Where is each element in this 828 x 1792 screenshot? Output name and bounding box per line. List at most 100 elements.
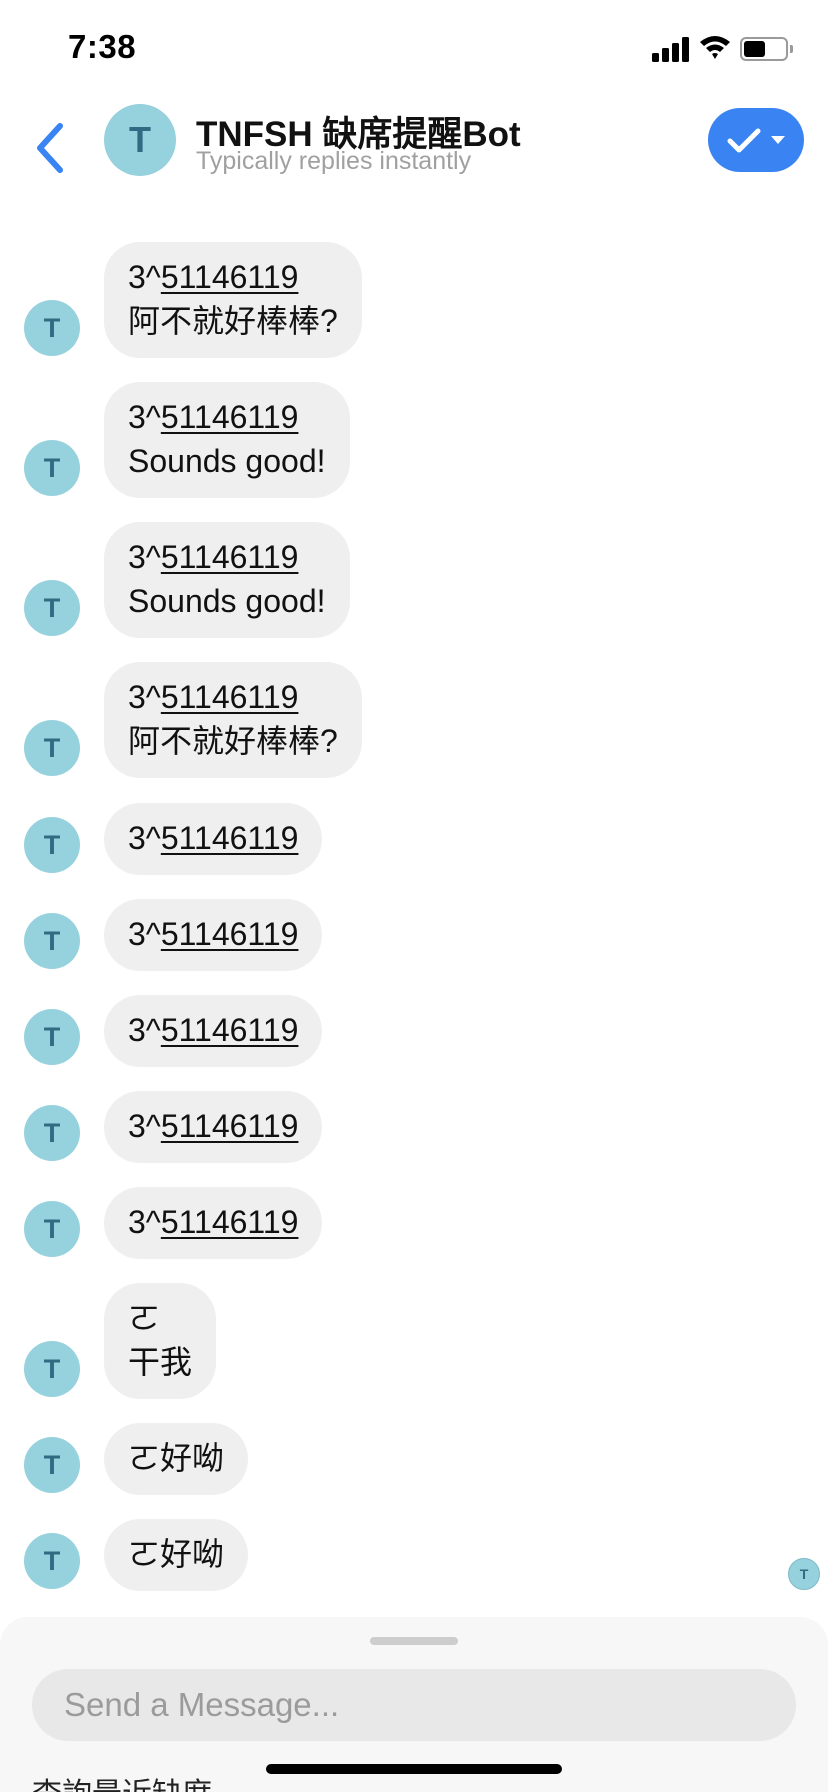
sheet-grabber[interactable] (370, 1637, 458, 1645)
caret-down-icon (771, 136, 785, 144)
phone-number-link[interactable]: 51146119 (161, 1204, 299, 1240)
message-row: T 3^51146119 (0, 899, 828, 971)
sender-avatar-letter: T (43, 1022, 61, 1052)
sender-avatar-letter: T (43, 1354, 61, 1384)
message-line: 3^51146119 (128, 1008, 298, 1052)
message-line: 3^51146119 (128, 255, 338, 299)
status-dropdown-button[interactable] (708, 108, 804, 172)
sender-avatar[interactable]: T (24, 1201, 80, 1257)
message-row: T 3^51146119 (0, 1187, 828, 1259)
sender-avatar[interactable]: T (24, 580, 80, 636)
sender-avatar-letter: T (43, 1118, 61, 1148)
checkmark-icon (727, 128, 761, 153)
message-row: T 3^51146119 (0, 995, 828, 1067)
message-line: 3^51146119 (128, 1200, 298, 1244)
message-bubble[interactable]: 3^51146119 (104, 899, 323, 971)
message-text: ㄛ好呦 (128, 1440, 225, 1476)
battery-icon (740, 37, 788, 61)
phone-number-link[interactable]: 51146119 (161, 539, 299, 575)
seen-indicator-letter: T (799, 1566, 809, 1582)
message-list[interactable]: T干我T3^51146119阿不就好棒棒?T3^51146119Sounds g… (0, 0, 828, 1620)
phone-number-link[interactable]: 51146119 (161, 1108, 299, 1144)
cellular-signal-icon (652, 36, 690, 62)
sender-avatar[interactable]: T (24, 913, 80, 969)
message-bubble[interactable]: 3^51146119 (104, 995, 323, 1067)
message-bubble[interactable]: 3^51146119 (104, 1187, 323, 1259)
sender-avatar-letter: T (43, 593, 61, 623)
bot-avatar[interactable]: T (104, 104, 176, 176)
message-text: 阿不就好棒棒? (128, 303, 338, 339)
phone-number-link[interactable]: 51146119 (161, 679, 299, 715)
sender-avatar-letter: T (43, 1546, 61, 1576)
message-bubble[interactable]: 3^51146119 Sounds good! (104, 522, 350, 638)
message-bubble[interactable]: 3^51146119 阿不就好棒棒? (104, 242, 362, 358)
phone-number-link[interactable]: 51146119 (161, 1012, 299, 1048)
sender-avatar[interactable]: T (24, 1341, 80, 1397)
message-text: Sounds good! (128, 443, 326, 479)
home-indicator[interactable] (266, 1764, 562, 1774)
sender-avatar[interactable]: T (24, 1105, 80, 1161)
message-row: T ㄛ干我 (0, 1283, 828, 1399)
phone-number-link[interactable]: 51146119 (161, 916, 299, 952)
message-prefix: 3^ (128, 679, 161, 715)
message-line: ㄛ (128, 1296, 192, 1340)
message-prefix: 3^ (128, 259, 161, 295)
sender-avatar[interactable]: T (24, 300, 80, 356)
message-line: 阿不就好棒棒? (128, 299, 338, 343)
message-text: 阿不就好棒棒? (128, 723, 338, 759)
message-text: ㄛ好呦 (128, 1536, 225, 1572)
phone-number-link[interactable]: 51146119 (161, 820, 299, 856)
chat-subtitle: Typically replies instantly (196, 147, 472, 175)
phone-number-link[interactable]: 51146119 (161, 259, 299, 295)
message-row: T 3^51146119 (0, 803, 828, 875)
phone-number-link[interactable]: 51146119 (161, 399, 299, 435)
message-prefix: 3^ (128, 916, 161, 952)
message-bubble[interactable]: ㄛ好呦 (104, 1423, 249, 1495)
sender-avatar-letter: T (43, 453, 61, 483)
sender-avatar[interactable]: T (24, 817, 80, 873)
message-bubble[interactable]: ㄛ好呦 (104, 1519, 249, 1591)
message-bubble[interactable]: 3^51146119 (104, 1091, 323, 1163)
message-line: Sounds good! (128, 579, 326, 623)
sender-avatar-letter: T (43, 733, 61, 763)
message-line: ㄛ好呦 (128, 1532, 224, 1576)
message-line: 3^51146119 (128, 395, 326, 439)
sender-avatar-letter: T (43, 1214, 61, 1244)
message-bubble[interactable]: 3^51146119 阿不就好棒棒? (104, 662, 362, 778)
message-text: 干我 (128, 1344, 193, 1380)
chevron-left-icon[interactable] (28, 118, 78, 178)
chat-screen: T干我T3^51146119阿不就好棒棒?T3^51146119Sounds g… (0, 0, 828, 1792)
battery-tip (790, 45, 793, 53)
message-line: 3^51146119 (128, 675, 338, 719)
sender-avatar[interactable]: T (24, 1437, 80, 1493)
sender-avatar-letter: T (43, 830, 61, 860)
status-time: 7:38 (68, 28, 137, 65)
status-bar: 7:38 (0, 0, 828, 100)
message-row: T 3^51146119 Sounds good! (0, 522, 828, 638)
message-bubble[interactable]: 3^51146119 Sounds good! (104, 382, 350, 498)
message-line: Sounds good! (128, 439, 326, 483)
message-prefix: 3^ (128, 820, 161, 856)
message-bubble[interactable]: 3^51146119 (104, 803, 323, 875)
message-prefix: 3^ (128, 1012, 161, 1048)
message-line: 3^51146119 (128, 535, 326, 579)
sender-avatar[interactable]: T (24, 440, 80, 496)
message-line: 3^51146119 (128, 816, 298, 860)
message-prefix: 3^ (128, 539, 161, 575)
sender-avatar[interactable]: T (24, 720, 80, 776)
message-row: T ㄛ好呦 (0, 1519, 828, 1591)
sender-avatar[interactable]: T (24, 1009, 80, 1065)
message-bubble[interactable]: ㄛ干我 (104, 1283, 217, 1399)
sender-avatar[interactable]: T (24, 1533, 80, 1589)
message-row: T 3^51146119 阿不就好棒棒? (0, 242, 828, 358)
sender-avatar-letter: T (43, 926, 61, 956)
sender-avatar-letter: T (43, 313, 61, 343)
message-prefix: 3^ (128, 1204, 161, 1240)
quick-reply-button[interactable]: 查詢最近缺席 (32, 1769, 212, 1792)
message-row: T 3^51146119 阿不就好棒棒? (0, 662, 828, 778)
message-line: 3^51146119 (128, 1104, 298, 1148)
message-row: T 3^51146119 Sounds good! (0, 382, 828, 498)
message-input[interactable] (32, 1669, 796, 1741)
bot-avatar-letter: T (129, 119, 151, 160)
message-text: Sounds good! (128, 583, 326, 619)
